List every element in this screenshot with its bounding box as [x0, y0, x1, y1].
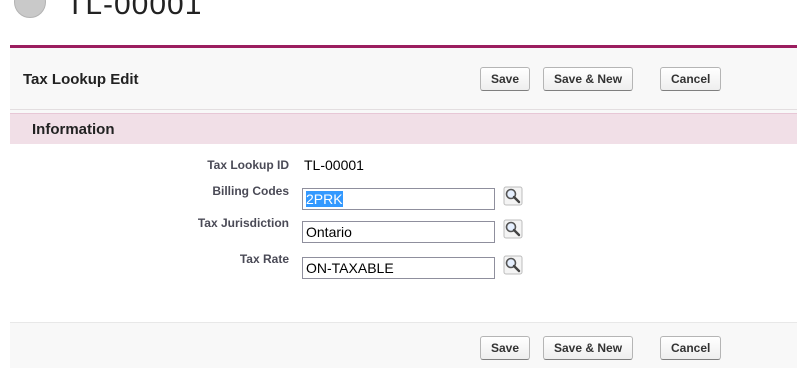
- tax-jurisdiction-lookup-icon[interactable]: [503, 219, 523, 239]
- tax-rate-label: Tax Rate: [239, 252, 289, 266]
- panel-header: Tax Lookup Edit Save Save & New Cancel: [10, 48, 797, 110]
- section-title: Information: [32, 121, 115, 138]
- section-header-information: Information: [10, 113, 797, 144]
- save-and-new-button-top[interactable]: Save & New: [543, 67, 634, 91]
- cancel-button-top[interactable]: Cancel: [660, 67, 722, 91]
- cancel-button-bottom[interactable]: Cancel: [660, 336, 722, 360]
- record-header: TL-00001: [0, 0, 797, 44]
- billing-codes-label: Billing Codes: [212, 184, 289, 198]
- tax-lookup-id-value: TL-00001: [304, 157, 364, 173]
- panel-footer: Save Save & New Cancel: [10, 322, 797, 368]
- panel-title: Tax Lookup Edit: [23, 71, 139, 88]
- billing-codes-lookup-icon[interactable]: [503, 186, 523, 206]
- form-body: Tax Lookup ID TL-00001 Billing Codes 2PR…: [10, 144, 797, 322]
- save-button-bottom[interactable]: Save: [480, 336, 531, 360]
- tax-jurisdiction-input[interactable]: Ontario: [302, 221, 495, 243]
- edit-panel: Tax Lookup Edit Save Save & New Cancel I…: [10, 45, 797, 368]
- record-title: TL-00001: [66, 0, 203, 21]
- billing-codes-selected-text: 2PRK: [306, 191, 343, 207]
- tax-lookup-id-label: Tax Lookup ID: [207, 158, 289, 172]
- record-type-icon: [14, 0, 46, 18]
- save-and-new-button-bottom[interactable]: Save & New: [543, 336, 634, 360]
- tax-rate-lookup-icon[interactable]: [503, 255, 523, 275]
- tax-jurisdiction-label: Tax Jurisdiction: [197, 216, 289, 230]
- billing-codes-input[interactable]: 2PRK: [302, 188, 495, 210]
- tax-rate-input[interactable]: ON-TAXABLE: [302, 257, 495, 279]
- save-button-top[interactable]: Save: [480, 67, 531, 91]
